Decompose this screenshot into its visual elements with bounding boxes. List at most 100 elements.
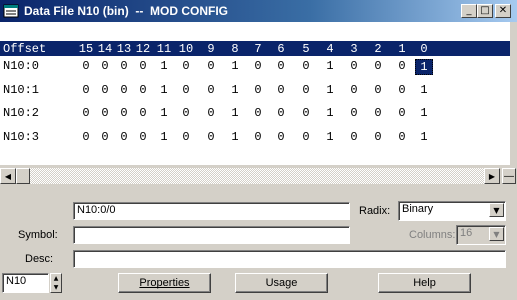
bit-cell[interactable]: 1 (226, 83, 244, 97)
bit-header: 12 (135, 42, 151, 56)
help-button[interactable]: Help (378, 273, 471, 293)
bit-cell[interactable]: 0 (393, 106, 411, 120)
bit-cell[interactable]: 1 (321, 59, 339, 73)
file-number-field[interactable]: N10 (2, 273, 49, 293)
symbol-label: Symbol: (18, 229, 58, 241)
bit-cell[interactable]: 0 (249, 130, 267, 144)
radix-dropdown-arrow[interactable]: ▼ (489, 203, 504, 217)
bit-cell[interactable]: 1 (226, 130, 244, 144)
bit-cell[interactable]: 1 (415, 106, 433, 120)
bit-header: 1 (398, 42, 406, 56)
address-field[interactable]: N10:0/0 (73, 202, 350, 220)
table-row: N10:2 0 0 0 0 1 0 0 1 0 0 0 1 0 0 0 1 (0, 105, 510, 121)
bit-cell[interactable]: 0 (115, 59, 133, 73)
file-number-spinner[interactable]: ▲ ▼ (50, 273, 62, 293)
data-file-window: Data File N10 (bin) -- MOD CONFIG _ □ ✕ … (0, 0, 517, 300)
bit-cell[interactable]: 0 (177, 59, 195, 73)
bit-cell[interactable]: 1 (415, 130, 433, 144)
chevron-down-icon: ▼ (493, 229, 500, 239)
bit-cell[interactable]: 0 (115, 130, 133, 144)
scroll-track[interactable] (30, 168, 484, 184)
bit-cell[interactable]: 0 (202, 83, 220, 97)
bit-cell[interactable]: 0 (297, 59, 315, 73)
bit-cell[interactable]: 0 (77, 59, 95, 73)
bit-cell[interactable]: 0 (96, 106, 114, 120)
bit-cell[interactable]: 0 (272, 59, 290, 73)
bit-cell[interactable]: 0 (369, 130, 387, 144)
bit-cell[interactable]: 0 (77, 83, 95, 97)
close-icon: ✕ (498, 5, 508, 16)
bit-cell[interactable]: 1 (415, 59, 433, 75)
maximize-button[interactable]: □ (477, 4, 493, 18)
bit-cell[interactable]: 0 (96, 59, 114, 73)
bit-cell[interactable]: 0 (393, 83, 411, 97)
bit-cell[interactable]: 0 (115, 106, 133, 120)
bit-cell[interactable]: 1 (155, 59, 173, 73)
bit-cell[interactable]: 1 (226, 59, 244, 73)
bit-cell[interactable]: 0 (369, 106, 387, 120)
bit-cell[interactable]: 0 (297, 106, 315, 120)
bit-cell[interactable]: 0 (272, 130, 290, 144)
split-button[interactable]: — (502, 168, 516, 184)
bit-cell[interactable]: 0 (369, 83, 387, 97)
bit-cell[interactable]: 1 (415, 83, 433, 97)
columns-value: 16 (460, 227, 473, 239)
bit-cell[interactable]: 0 (177, 83, 195, 97)
bit-cell[interactable]: 0 (134, 130, 152, 144)
table-row: N10:3 0 0 0 0 1 0 0 1 0 0 0 1 0 0 0 1 (0, 129, 510, 145)
bit-cell[interactable]: 0 (177, 106, 195, 120)
title-bar[interactable]: Data File N10 (bin) -- MOD CONFIG _ □ ✕ (0, 0, 517, 22)
bit-cell[interactable]: 0 (272, 106, 290, 120)
data-grid[interactable]: Offset 15 14 13 12 11 10 9 8 7 6 5 4 3 2 1 0 N10:0 0 0 0 0 1… (0, 22, 510, 165)
bit-cell[interactable]: 0 (297, 130, 315, 144)
bit-cell[interactable]: 0 (272, 83, 290, 97)
scroll-thumb[interactable] (16, 168, 30, 184)
bit-cell[interactable]: 0 (177, 130, 195, 144)
bit-cell[interactable]: 1 (155, 130, 173, 144)
bit-cell[interactable]: 0 (345, 59, 363, 73)
usage-button[interactable]: Usage (235, 273, 328, 293)
bit-header: 8 (231, 42, 239, 56)
radix-select[interactable]: Binary ▼ (398, 201, 506, 221)
columns-dropdown-arrow[interactable]: ▼ (489, 227, 504, 241)
columns-select[interactable]: 16 ▼ (456, 225, 506, 245)
bit-cell[interactable]: 1 (226, 106, 244, 120)
bit-cell[interactable]: 1 (321, 130, 339, 144)
bit-cell[interactable]: 0 (369, 59, 387, 73)
bit-cell[interactable]: 1 (155, 83, 173, 97)
bit-cell[interactable]: 1 (321, 106, 339, 120)
bit-cell[interactable]: 0 (77, 106, 95, 120)
minimize-button[interactable]: _ (461, 4, 477, 18)
bit-cell[interactable]: 0 (134, 83, 152, 97)
bit-cell[interactable]: 0 (249, 106, 267, 120)
properties-button[interactable]: Properties (118, 273, 211, 293)
bit-header: 11 (156, 42, 172, 56)
horizontal-scrollbar[interactable]: ◀ ▶ (0, 168, 500, 184)
bit-cell[interactable]: 0 (393, 130, 411, 144)
bit-cell[interactable]: 0 (77, 130, 95, 144)
help-button-label: Help (413, 277, 436, 289)
bit-cell[interactable]: 0 (134, 59, 152, 73)
bit-cell[interactable]: 0 (202, 59, 220, 73)
scroll-right-button[interactable]: ▶ (484, 168, 500, 184)
scroll-left-button[interactable]: ◀ (0, 168, 16, 184)
close-button[interactable]: ✕ (495, 4, 511, 18)
bit-cell[interactable]: 1 (321, 83, 339, 97)
bit-cell[interactable]: 0 (345, 130, 363, 144)
bit-cell[interactable]: 0 (115, 83, 133, 97)
bit-cell[interactable]: 0 (345, 106, 363, 120)
symbol-field[interactable] (73, 226, 350, 244)
bit-cell[interactable]: 0 (202, 106, 220, 120)
bit-cell[interactable]: 0 (249, 83, 267, 97)
bit-header: 9 (207, 42, 215, 56)
bit-cell[interactable]: 0 (202, 130, 220, 144)
bit-cell[interactable]: 0 (345, 83, 363, 97)
bit-cell[interactable]: 0 (96, 130, 114, 144)
bit-cell[interactable]: 0 (393, 59, 411, 73)
bit-cell[interactable]: 0 (134, 106, 152, 120)
bit-cell[interactable]: 0 (96, 83, 114, 97)
bit-cell[interactable]: 0 (249, 59, 267, 73)
desc-field[interactable] (73, 250, 506, 268)
bit-cell[interactable]: 0 (297, 83, 315, 97)
bit-cell[interactable]: 1 (155, 106, 173, 120)
